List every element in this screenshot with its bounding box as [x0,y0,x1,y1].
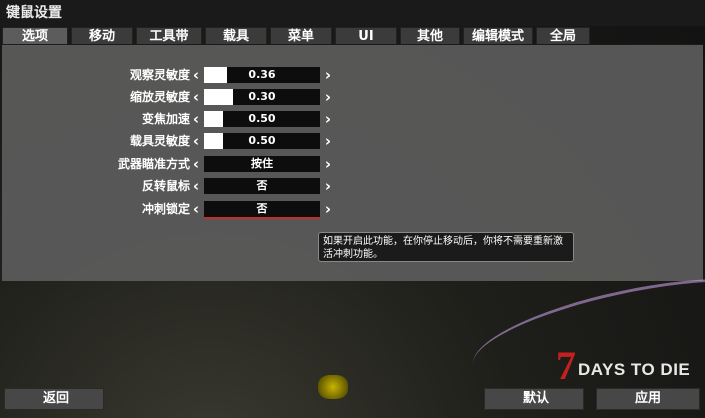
setting-label: 观察灵敏度 [129,68,190,82]
tab-other[interactable]: 其他 [400,27,460,45]
background-object [318,375,348,399]
setting-row-look-sensitivity: 观察灵敏度 ‹ 0.36 › [100,66,340,84]
setting-row-sprint-lock: 冲刺锁定 ‹ 否 › [100,200,340,219]
chevron-right-icon[interactable]: › [322,177,334,195]
chevron-left-icon[interactable]: ‹ [190,200,202,218]
setting-row-zoom-acceleration: 变焦加速 ‹ 0.50 › [100,110,340,128]
tab-toolbelt[interactable]: 工具带 [136,27,202,45]
default-button[interactable]: 默认 [484,388,584,410]
chevron-left-icon[interactable]: ‹ [190,88,202,106]
setting-value: 0.50 [248,112,276,125]
setting-row-vehicle-sensitivity: 载具灵敏度 ‹ 0.50 › [100,132,340,150]
setting-value: 0.30 [248,90,276,103]
setting-value: 0.36 [248,68,276,81]
setting-label: 变焦加速 [141,112,190,126]
slider-track[interactable]: 0.50 [204,133,320,149]
setting-label: 反转鼠标 [141,179,190,193]
option-selector[interactable]: 否 [204,201,320,217]
chevron-right-icon[interactable]: › [322,88,334,106]
focus-underline [204,217,320,219]
setting-value: 按住 [251,157,273,170]
apply-button[interactable]: 应用 [596,388,700,410]
slider-track[interactable]: 0.30 [204,89,320,105]
chevron-right-icon[interactable]: › [322,110,334,128]
setting-row-aim-mode: 武器瞄准方式 ‹ 按住 › [100,155,340,173]
chevron-right-icon[interactable]: › [322,66,334,84]
setting-label: 载具灵敏度 [129,134,190,148]
setting-value: 否 [256,202,268,215]
logo-text: DAYS TO DIE [578,360,691,379]
chevron-right-icon[interactable]: › [322,132,334,150]
slider-track[interactable]: 0.36 [204,67,320,83]
setting-label: 缩放灵敏度 [129,90,190,104]
setting-row-invert-mouse: 反转鼠标 ‹ 否 › [100,177,340,195]
chevron-left-icon[interactable]: ‹ [190,66,202,84]
logo-seven: 7 [556,343,576,388]
tab-edit-mode[interactable]: 编辑模式 [463,27,533,45]
chevron-right-icon[interactable]: › [322,155,334,173]
slider-track[interactable]: 0.50 [204,111,320,127]
window-title: 键鼠设置 [0,0,705,26]
setting-value: 0.50 [248,134,276,147]
back-button[interactable]: 返回 [4,388,104,410]
option-selector[interactable]: 否 [204,178,320,194]
tab-global[interactable]: 全局 [536,27,590,45]
setting-label: 武器瞄准方式 [117,157,190,171]
chevron-left-icon[interactable]: ‹ [190,155,202,173]
setting-label: 冲刺锁定 [141,202,190,216]
chevron-left-icon[interactable]: ‹ [190,177,202,195]
tab-ui[interactable]: UI [335,27,397,45]
tab-vehicle[interactable]: 载具 [205,27,267,45]
tab-movement[interactable]: 移动 [71,27,133,45]
tab-menu[interactable]: 菜单 [270,27,332,45]
setting-row-zoom-sensitivity: 缩放灵敏度 ‹ 0.30 › [100,88,340,106]
chevron-left-icon[interactable]: ‹ [190,110,202,128]
option-selector[interactable]: 按住 [204,156,320,172]
tooltip: 如果开启此功能，在你停止移动后，你将不需要重新激活冲刺功能。 [318,232,574,262]
chevron-left-icon[interactable]: ‹ [190,132,202,150]
setting-value: 否 [256,179,268,192]
game-logo: 7 DAYS TO DIE [556,343,696,390]
chevron-right-icon[interactable]: › [322,200,334,218]
tab-bar: 选项 移动 工具带 载具 菜单 UI 其他 编辑模式 全局 [2,27,590,46]
